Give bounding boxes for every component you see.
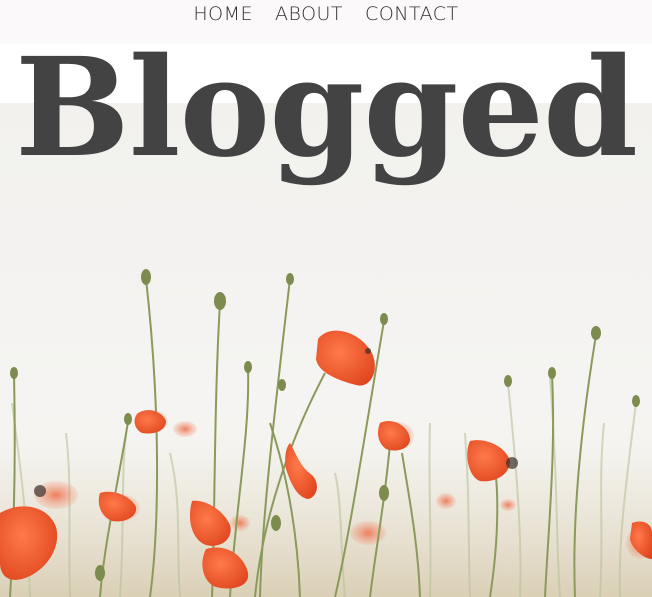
nav-link-contact[interactable]: CONTACT bbox=[365, 3, 459, 25]
site-title: Blogged bbox=[14, 28, 638, 188]
nav-link-about[interactable]: ABOUT bbox=[275, 3, 343, 25]
nav-link-home[interactable]: HOME bbox=[193, 3, 253, 25]
page: HOME ABOUT CONTACT Blogged bbox=[0, 0, 652, 597]
